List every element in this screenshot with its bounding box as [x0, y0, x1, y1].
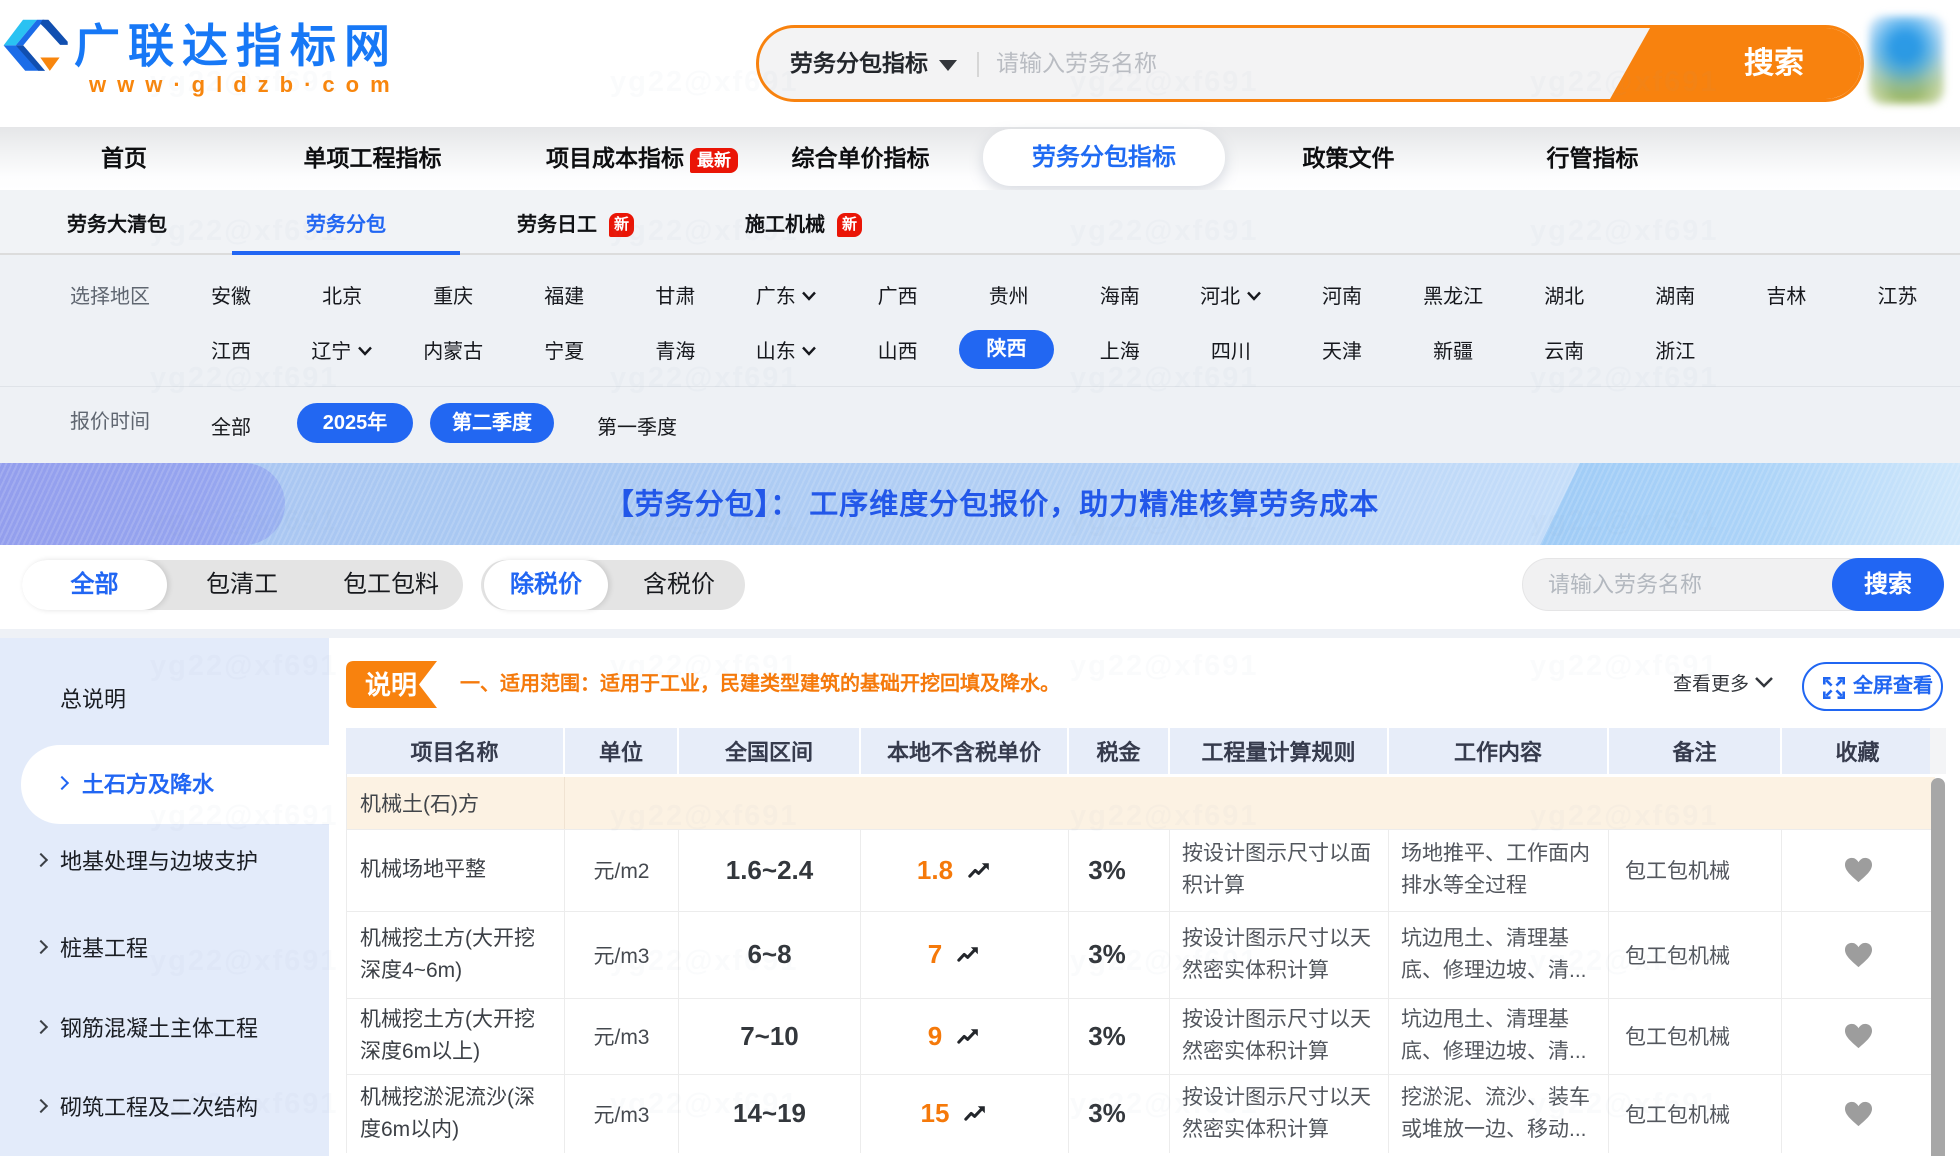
svg-text:说明: 说明: [365, 670, 417, 700]
